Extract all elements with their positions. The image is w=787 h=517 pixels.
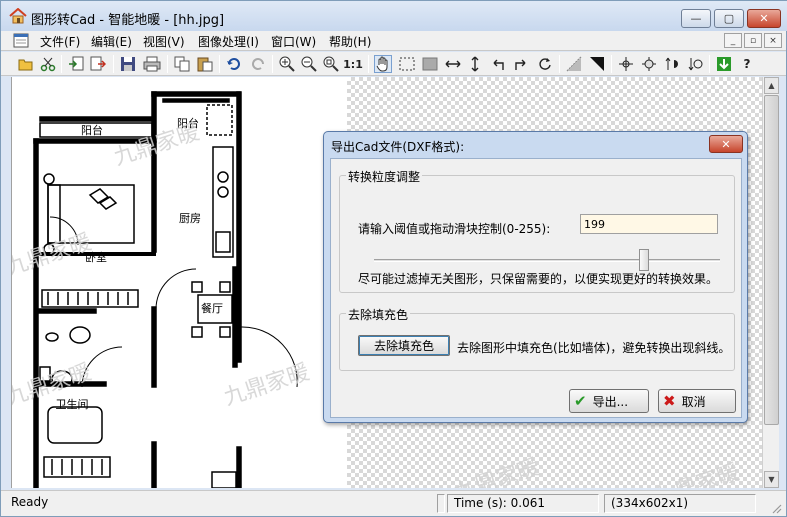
select-rect-icon[interactable]	[398, 55, 416, 73]
menu-window[interactable]: 窗口(W)	[271, 33, 316, 50]
flip-horizontal-icon[interactable]	[444, 55, 462, 73]
threshold-slider-thumb[interactable]	[639, 249, 650, 271]
menu-image-processing[interactable]: 图像处理(I)	[198, 33, 259, 50]
mdi-minimize-button[interactable]: _	[724, 33, 742, 48]
deskew-icon[interactable]	[565, 55, 583, 73]
threshold-input[interactable]	[580, 214, 718, 234]
threshold-label: 请输入阈值或拖动滑块控制(0-255):	[358, 222, 551, 236]
granularity-group: 转换粒度调整 请输入阈值或拖动滑块控制(0-255): 尽可能过滤掉无关图形，只…	[339, 168, 735, 293]
menu-edit[interactable]: 编辑(E)	[91, 33, 132, 50]
menu-help[interactable]: 帮助(H)	[329, 33, 371, 50]
dialog-title: 导出Cad文件(DXF格式):	[331, 140, 465, 154]
mdi-close-button[interactable]: ×	[764, 33, 782, 48]
status-time: Time (s): 0.061	[447, 494, 599, 513]
import-icon[interactable]	[67, 55, 85, 73]
rotate-right-icon[interactable]	[512, 55, 530, 73]
window-title: 图形转Cad - 智能地暖 - [hh.jpg]	[31, 13, 225, 28]
hand-icon[interactable]	[374, 55, 392, 73]
copy-icon[interactable]	[173, 55, 191, 73]
adjust-2-icon[interactable]	[640, 55, 658, 73]
paste-icon[interactable]	[196, 55, 214, 73]
zoom-out-icon[interactable]	[300, 55, 318, 73]
crop-icon[interactable]	[421, 55, 439, 73]
threshold-slider-track[interactable]	[374, 259, 720, 262]
status-image-size: (334x602x1)	[604, 494, 756, 513]
rotate-icon[interactable]	[536, 55, 554, 73]
granularity-group-title: 转换粒度调整	[346, 168, 423, 185]
app-home-icon	[9, 8, 27, 24]
flip-vertical-icon[interactable]	[466, 55, 484, 73]
zoom-fit-icon[interactable]	[322, 55, 340, 73]
undo-icon[interactable]	[225, 55, 243, 73]
vertical-scrollbar[interactable]: ▲ ▼	[762, 77, 779, 488]
adjust-3-icon[interactable]	[663, 55, 681, 73]
filter-hint-text: 尽可能过滤掉无关图形，只保留需要的，以便实现更好的转换效果。	[358, 272, 719, 286]
check-icon: ✔	[574, 392, 587, 410]
cancel-button-label: 取消	[681, 394, 706, 409]
close-button[interactable]: ✕	[747, 9, 781, 28]
actual-size-icon[interactable]: 1:1	[343, 55, 363, 73]
open-icon[interactable]	[17, 55, 35, 73]
document-icon[interactable]	[13, 33, 29, 48]
dialog-body: 转换粒度调整 请输入阈值或拖动滑块控制(0-255): 尽可能过滤掉无关图形，只…	[330, 158, 742, 418]
room-label-balcony-1: 阳台	[81, 123, 103, 137]
triangle-icon[interactable]	[588, 55, 606, 73]
menu-file[interactable]: 文件(F)	[40, 33, 80, 50]
main-window: 图形转Cad - 智能地暖 - [hh.jpg] — ▢ ✕ 文件(F) 编辑(…	[0, 0, 787, 517]
remove-fill-description: 去除图形中填充色(比如墙体)，避免转换出现斜线。	[457, 341, 731, 355]
help-icon[interactable]: ?	[738, 55, 756, 73]
room-label-bathroom: 卫生间	[56, 397, 89, 411]
minimize-button[interactable]: —	[681, 9, 711, 28]
convert-down-icon[interactable]	[715, 55, 733, 73]
export-button[interactable]: ✔ 导出...	[569, 389, 649, 413]
print-icon[interactable]	[143, 55, 161, 73]
zoom-in-icon[interactable]	[278, 55, 296, 73]
room-label-dining: 餐厅	[201, 301, 223, 315]
cut-icon[interactable]	[39, 55, 57, 73]
rotate-left-icon[interactable]	[489, 55, 507, 73]
maximize-button[interactable]: ▢	[714, 9, 744, 28]
cross-icon: ✖	[663, 392, 676, 410]
status-bar: Ready Time (s): 0.061 (334x602x1)	[1, 490, 786, 516]
dialog-close-button[interactable]: ✕	[709, 135, 743, 153]
export-cad-dialog: 导出Cad文件(DXF格式): ✕ 转换粒度调整 请输入阈值或拖动滑块控制(0-…	[323, 131, 748, 423]
scroll-thumb[interactable]	[764, 95, 779, 425]
remove-fill-button[interactable]: 去除填充色	[358, 335, 450, 356]
title-bar[interactable]: 图形转Cad - 智能地暖 - [hh.jpg] — ▢ ✕	[1, 1, 787, 31]
status-pane-empty	[437, 494, 445, 513]
status-ready: Ready	[11, 495, 49, 509]
toolbar: 1:1 ?	[1, 52, 786, 76]
remove-fill-group-title: 去除填充色	[346, 306, 411, 323]
adjust-4-icon[interactable]	[686, 55, 704, 73]
export-icon[interactable]	[89, 55, 107, 73]
scroll-up-icon[interactable]: ▲	[764, 77, 779, 94]
menu-bar: 文件(F) 编辑(E) 视图(V) 图像处理(I) 窗口(W) 帮助(H) _ …	[1, 31, 786, 51]
menu-view[interactable]: 视图(V)	[143, 33, 185, 50]
mdi-restore-button[interactable]: ▫	[744, 33, 762, 48]
adjust-1-icon[interactable]	[617, 55, 635, 73]
export-button-label: 导出...	[592, 394, 629, 409]
remove-fill-group: 去除填充色 去除填充色 去除图形中填充色(比如墙体)，避免转换出现斜线。	[339, 306, 735, 371]
redo-icon[interactable]	[249, 55, 267, 73]
resize-grip-icon[interactable]	[770, 502, 782, 514]
room-label-kitchen: 厨房	[179, 212, 201, 225]
scroll-down-icon[interactable]: ▼	[764, 471, 779, 488]
save-icon[interactable]	[119, 55, 137, 73]
cancel-button[interactable]: ✖ 取消	[658, 389, 736, 413]
